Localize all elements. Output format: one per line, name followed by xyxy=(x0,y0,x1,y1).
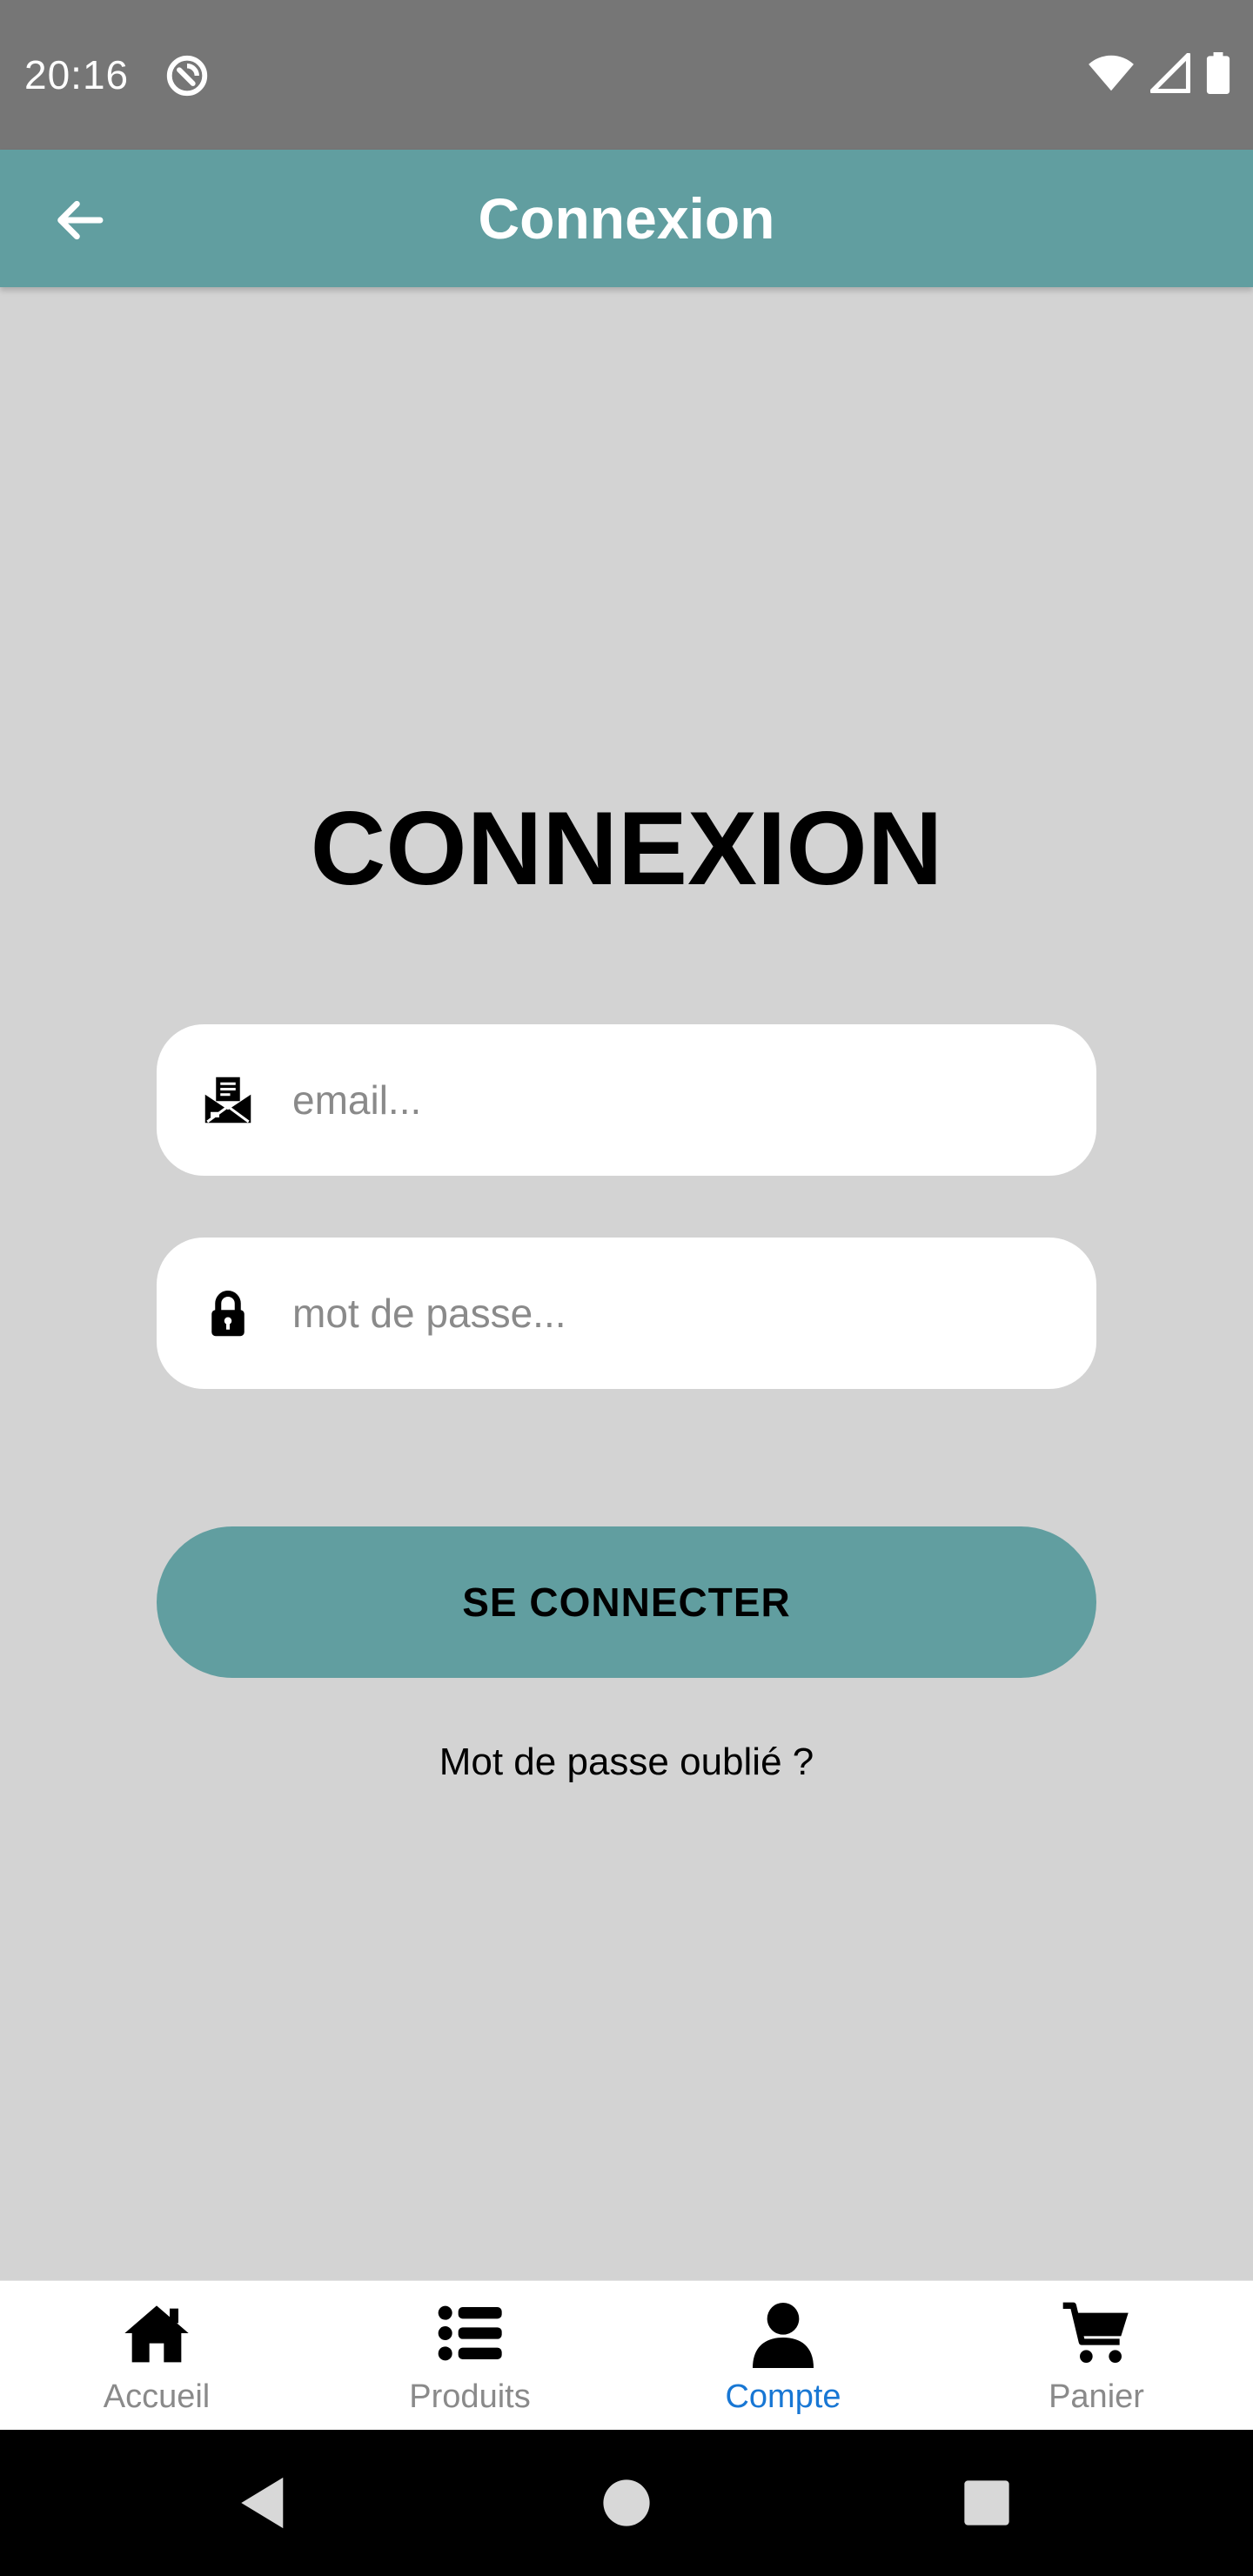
cellular-signal-icon xyxy=(1150,53,1190,93)
page-title: Connexion xyxy=(478,186,775,251)
email-field-container xyxy=(157,1024,1096,1176)
mail-icon xyxy=(204,1077,251,1124)
nav-item-produits[interactable]: Produits xyxy=(313,2281,626,2431)
nav-item-compte[interactable]: Compte xyxy=(626,2281,940,2431)
nav-item-panier[interactable]: Panier xyxy=(940,2281,1253,2431)
app-bar: Connexion xyxy=(0,150,1253,287)
square-recents-icon xyxy=(964,2480,1009,2526)
nav-label-accueil: Accueil xyxy=(103,2378,211,2415)
list-icon xyxy=(438,2305,502,2361)
home-icon xyxy=(124,2305,189,2363)
cart-icon xyxy=(1062,2302,1129,2363)
nav-item-accueil[interactable]: Accueil xyxy=(0,2281,313,2431)
back-button[interactable] xyxy=(40,181,118,259)
status-icons xyxy=(1088,52,1230,94)
triangle-back-icon xyxy=(241,2477,284,2529)
login-heading: CONNEXION xyxy=(310,790,943,907)
forgot-password-link[interactable]: Mot de passe oublié ? xyxy=(0,1741,1253,1784)
nav-label-panier: Panier xyxy=(1049,2378,1144,2415)
bottom-navigation: Accueil Produits Compte Panier xyxy=(0,2280,1253,2431)
arrow-back-icon xyxy=(57,200,104,240)
circle-home-icon xyxy=(603,2479,650,2526)
status-bar: 20:16 xyxy=(0,0,1253,150)
system-navigation-bar xyxy=(0,2430,1253,2576)
wifi-icon xyxy=(1089,55,1134,91)
status-time: 20:16 xyxy=(24,52,130,97)
lock-icon xyxy=(211,1291,245,1337)
person-icon xyxy=(753,2303,814,2368)
nav-label-compte: Compte xyxy=(725,2378,841,2415)
system-home-button[interactable] xyxy=(592,2468,661,2538)
sync-off-icon xyxy=(166,55,208,97)
password-input[interactable] xyxy=(292,1238,1058,1389)
system-recents-button[interactable] xyxy=(952,2468,1022,2538)
system-back-button[interactable] xyxy=(228,2468,298,2538)
password-field-container xyxy=(157,1238,1096,1389)
login-button[interactable]: SE CONNECTER xyxy=(157,1526,1096,1678)
nav-label-produits: Produits xyxy=(409,2378,531,2415)
email-input[interactable] xyxy=(292,1024,1058,1176)
battery-icon xyxy=(1206,52,1230,94)
